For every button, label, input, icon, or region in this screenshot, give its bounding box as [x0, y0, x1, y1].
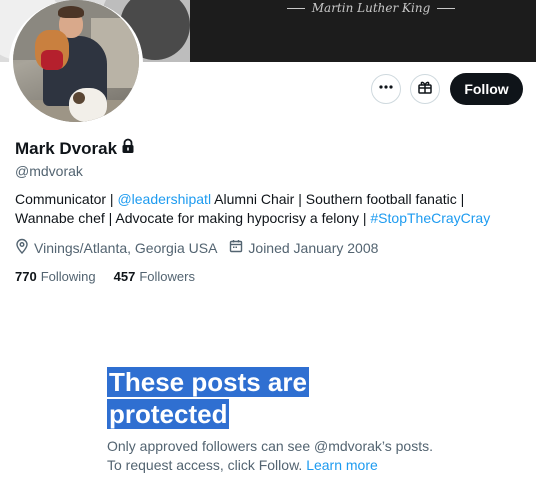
learn-more-link[interactable]: Learn more — [306, 457, 378, 473]
banner-quote-attribution: Martin Luther King — [286, 1, 456, 15]
protected-posts-heading: These posts are protected — [107, 367, 309, 429]
more-options-button[interactable] — [371, 74, 401, 104]
follow-button[interactable]: Follow — [450, 73, 523, 105]
profile-name-row: Mark Dvorak — [15, 138, 135, 159]
banner-image-right: Martin Luther King — [190, 0, 536, 62]
bio-hashtag-link[interactable]: #StopTheCrayCray — [370, 210, 490, 226]
followers-link[interactable]: 457 Followers — [114, 269, 195, 284]
avatar-photo — [13, 0, 139, 122]
ellipsis-icon — [378, 79, 394, 100]
avatar[interactable] — [9, 0, 143, 126]
profile-joined-date: Joined January 2008 — [229, 239, 378, 256]
profile-handle: @mdvorak — [15, 163, 83, 179]
display-name: Mark Dvorak — [15, 138, 118, 158]
bio-mention-link[interactable]: @leadershipatl — [117, 191, 211, 207]
following-link[interactable]: 770 Following — [15, 269, 96, 284]
lock-icon — [121, 138, 135, 159]
calendar-icon — [229, 239, 243, 256]
location-pin-icon — [15, 238, 29, 257]
gift-button[interactable] — [410, 74, 440, 104]
gift-icon — [417, 79, 433, 100]
protected-posts-description: Only approved followers can see @mdvorak… — [107, 438, 433, 473]
profile-bio: Communicator | @leadershipatl Alumni Cha… — [15, 191, 491, 226]
profile-meta: Vinings/Atlanta, Georgia USA Joined Janu… — [15, 238, 390, 257]
profile-location: Vinings/Atlanta, Georgia USA — [15, 238, 217, 257]
profile-stats: 770 Following 457 Followers — [15, 269, 213, 284]
